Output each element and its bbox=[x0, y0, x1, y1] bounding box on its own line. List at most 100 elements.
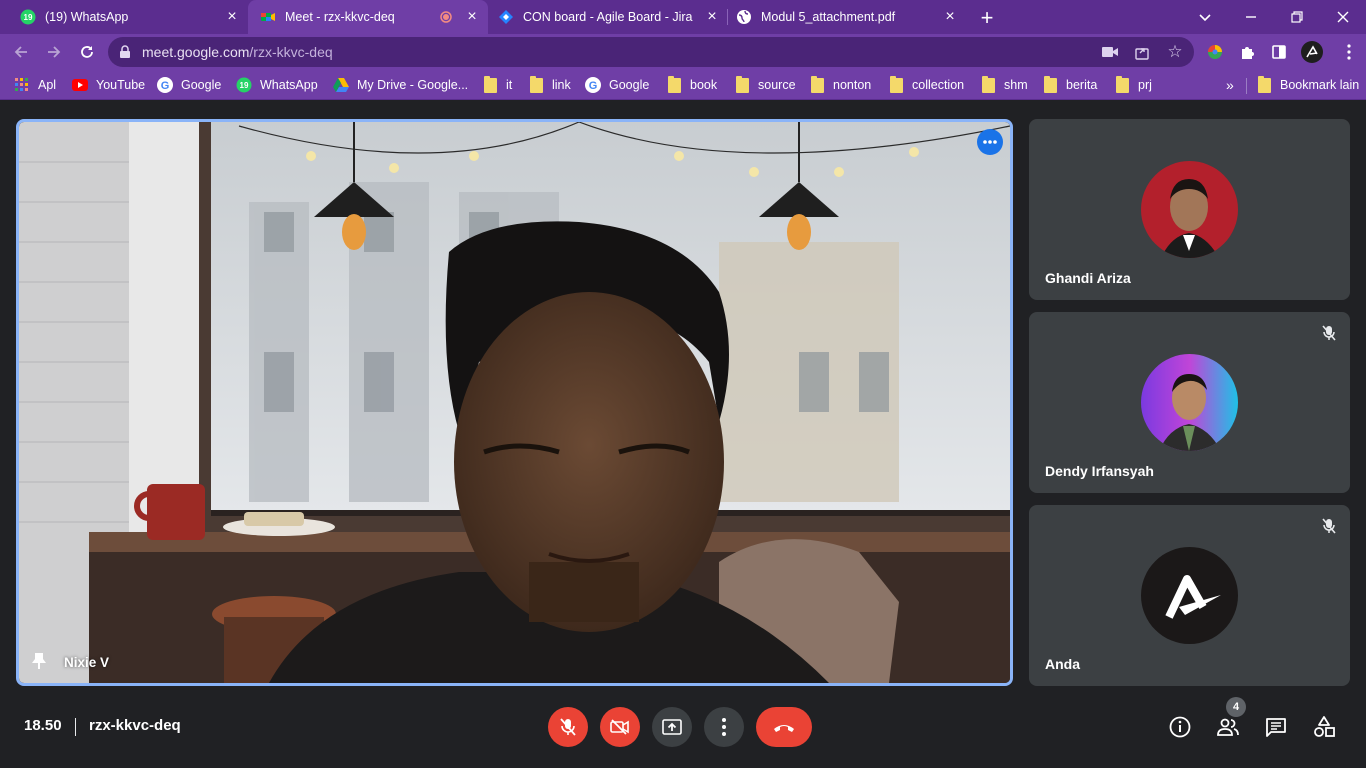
recording-icon bbox=[440, 9, 452, 25]
bookmark-folder-it[interactable]: it bbox=[482, 75, 512, 94]
toolbar: meet.google.com/rzx-kkvc-deq ☆ bbox=[0, 34, 1366, 70]
address-bar[interactable]: meet.google.com/rzx-kkvc-deq ☆ bbox=[108, 37, 1194, 67]
camera-off-icon bbox=[610, 719, 629, 735]
meet-icon bbox=[260, 9, 276, 25]
bookmark-label: Bookmark lain bbox=[1280, 78, 1360, 92]
more-options-button[interactable] bbox=[704, 707, 744, 747]
present-screen-button[interactable] bbox=[652, 707, 692, 747]
bookmark-label: Apl bbox=[38, 78, 57, 92]
mic-toggle-button[interactable] bbox=[548, 707, 588, 747]
menu-icon[interactable] bbox=[1340, 43, 1358, 61]
extension-colorful-icon[interactable] bbox=[1206, 43, 1224, 61]
tab-strip: 19 (19) WhatsApp × Meet - rzx-kkvc-deq ×… bbox=[0, 0, 1366, 34]
tab-title: Modul 5_attachment.pdf bbox=[761, 10, 896, 24]
drive-icon bbox=[333, 77, 349, 93]
restore-icon[interactable] bbox=[1288, 8, 1306, 26]
new-tab-icon[interactable]: + bbox=[976, 5, 998, 30]
close-icon[interactable]: × bbox=[464, 9, 480, 25]
minimize-icon[interactable] bbox=[1242, 8, 1260, 26]
url-text: meet.google.com/rzx-kkvc-deq bbox=[142, 44, 333, 60]
bookmark-label: shm bbox=[1004, 78, 1028, 92]
tab-jira[interactable]: CON board - Agile Board - Jira × bbox=[488, 0, 728, 34]
bookmark-label: link bbox=[552, 78, 571, 92]
bookmarks-overflow[interactable]: » bbox=[1226, 76, 1234, 94]
bookmark-youtube[interactable]: YouTube bbox=[72, 76, 145, 94]
bookmark-label: nonton bbox=[833, 78, 872, 92]
chat-button[interactable] bbox=[1262, 713, 1290, 741]
pin-icon[interactable] bbox=[28, 650, 50, 672]
folder-icon bbox=[734, 75, 750, 93]
leave-call-button[interactable] bbox=[756, 707, 812, 747]
tab-search-icon[interactable] bbox=[1196, 8, 1214, 26]
bookmark-drive[interactable]: My Drive - Google... bbox=[333, 76, 468, 94]
bookmark-folder-book[interactable]: book bbox=[666, 75, 717, 94]
svg-text:G: G bbox=[161, 80, 170, 92]
bookmark-folder-prj[interactable]: prj bbox=[1114, 75, 1152, 94]
reload-icon[interactable] bbox=[78, 43, 96, 61]
close-icon[interactable]: × bbox=[704, 9, 720, 25]
avatar bbox=[1141, 547, 1238, 644]
bookmark-label: WhatsApp bbox=[260, 78, 318, 92]
tab-title: CON board - Agile Board - Jira bbox=[523, 10, 693, 24]
bookmark-google[interactable]: G Google bbox=[157, 76, 221, 94]
more-options-button[interactable] bbox=[977, 129, 1003, 155]
people-count-badge: 4 bbox=[1226, 697, 1246, 717]
bookmark-google-2[interactable]: G Google bbox=[585, 76, 649, 94]
folder-icon bbox=[1114, 75, 1130, 93]
presenter-video-frame bbox=[19, 122, 1010, 683]
url-path: /rzx-kkvc-deq bbox=[249, 44, 333, 60]
participant-tile[interactable]: Ghandi Ariza bbox=[1029, 119, 1350, 300]
bookmark-label: collection bbox=[912, 78, 965, 92]
tab-whatsapp[interactable]: 19 (19) WhatsApp × bbox=[0, 0, 248, 34]
folder-icon bbox=[1042, 75, 1058, 93]
url-host: meet.google.com bbox=[142, 44, 250, 60]
bookmark-folder-link[interactable]: link bbox=[528, 75, 571, 94]
google-icon: G bbox=[585, 77, 601, 93]
folder-icon bbox=[888, 75, 904, 93]
camera-in-use-icon[interactable] bbox=[1102, 44, 1118, 60]
activities-button[interactable] bbox=[1310, 713, 1338, 741]
camera-toggle-button[interactable] bbox=[600, 707, 640, 747]
participant-tile-self[interactable]: Anda bbox=[1029, 505, 1350, 686]
tab-pdf[interactable]: Modul 5_attachment.pdf × bbox=[728, 0, 966, 34]
people-button[interactable]: 4 bbox=[1214, 697, 1246, 741]
bookmark-folder-source[interactable]: source bbox=[734, 75, 796, 94]
puzzle-icon[interactable] bbox=[1238, 43, 1256, 61]
bookmark-label: YouTube bbox=[96, 78, 146, 92]
presenter-name: Nixie V bbox=[64, 655, 110, 670]
apps-grid-icon bbox=[14, 77, 30, 93]
tab-meet[interactable]: Meet - rzx-kkvc-deq × bbox=[248, 0, 488, 34]
chat-icon bbox=[1266, 718, 1286, 737]
mic-off-icon bbox=[1318, 515, 1340, 537]
participant-tile[interactable]: Dendy Irfansyah bbox=[1029, 312, 1350, 493]
meeting-details-button[interactable] bbox=[1166, 713, 1194, 741]
lock-icon[interactable] bbox=[118, 45, 132, 59]
bookmark-whatsapp[interactable]: 19 WhatsApp bbox=[236, 76, 318, 94]
back-icon[interactable] bbox=[12, 43, 30, 61]
more-horizontal-icon bbox=[983, 140, 997, 144]
close-icon[interactable]: × bbox=[942, 9, 958, 25]
bookmark-folder-collection[interactable]: collection bbox=[888, 75, 965, 94]
bookmark-folder-berita[interactable]: berita bbox=[1042, 75, 1097, 94]
close-icon[interactable]: × bbox=[224, 9, 240, 25]
share-icon[interactable] bbox=[1134, 44, 1150, 60]
bookmark-other[interactable]: Bookmark lain bbox=[1256, 75, 1360, 94]
divider bbox=[75, 718, 76, 736]
profile-avatar[interactable] bbox=[1301, 41, 1323, 63]
main-video-tile[interactable]: Nixie V bbox=[16, 119, 1013, 686]
side-panel-icon[interactable] bbox=[1270, 43, 1288, 61]
bookmark-apps[interactable]: Apl bbox=[14, 76, 56, 94]
bookmark-folder-nonton[interactable]: nonton bbox=[809, 75, 872, 94]
overflow-chevron-icon: » bbox=[1226, 77, 1234, 93]
forward-icon[interactable] bbox=[45, 43, 63, 61]
meeting-controls-bar: 18.50 rzx-kkvc-deq 4 bbox=[0, 697, 1366, 768]
star-icon[interactable]: ☆ bbox=[1166, 42, 1184, 61]
bookmark-folder-shm[interactable]: shm bbox=[980, 75, 1028, 94]
people-icon bbox=[1217, 718, 1239, 736]
bookmark-label: prj bbox=[1138, 78, 1152, 92]
close-window-icon[interactable] bbox=[1334, 8, 1352, 26]
folder-icon bbox=[666, 75, 682, 93]
bookmark-label: Google bbox=[609, 78, 650, 92]
folder-icon bbox=[980, 75, 996, 93]
participant-name: Anda bbox=[1045, 656, 1080, 672]
